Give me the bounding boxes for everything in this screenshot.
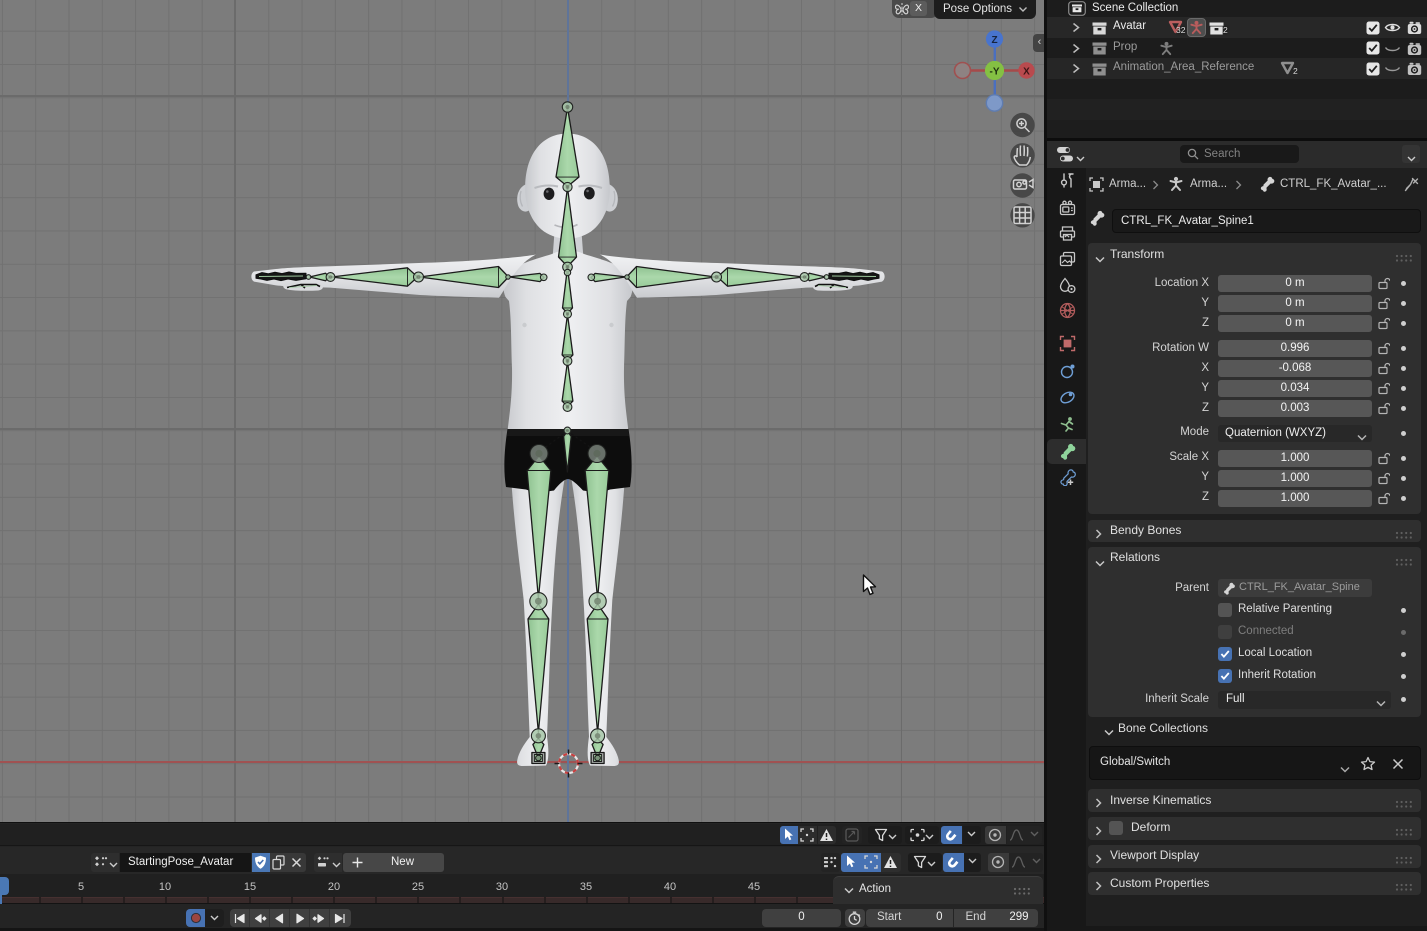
svg-text:X: X (1023, 66, 1030, 77)
svg-text:Z: Z (991, 35, 997, 46)
svg-text:-Y: -Y (990, 67, 1000, 78)
